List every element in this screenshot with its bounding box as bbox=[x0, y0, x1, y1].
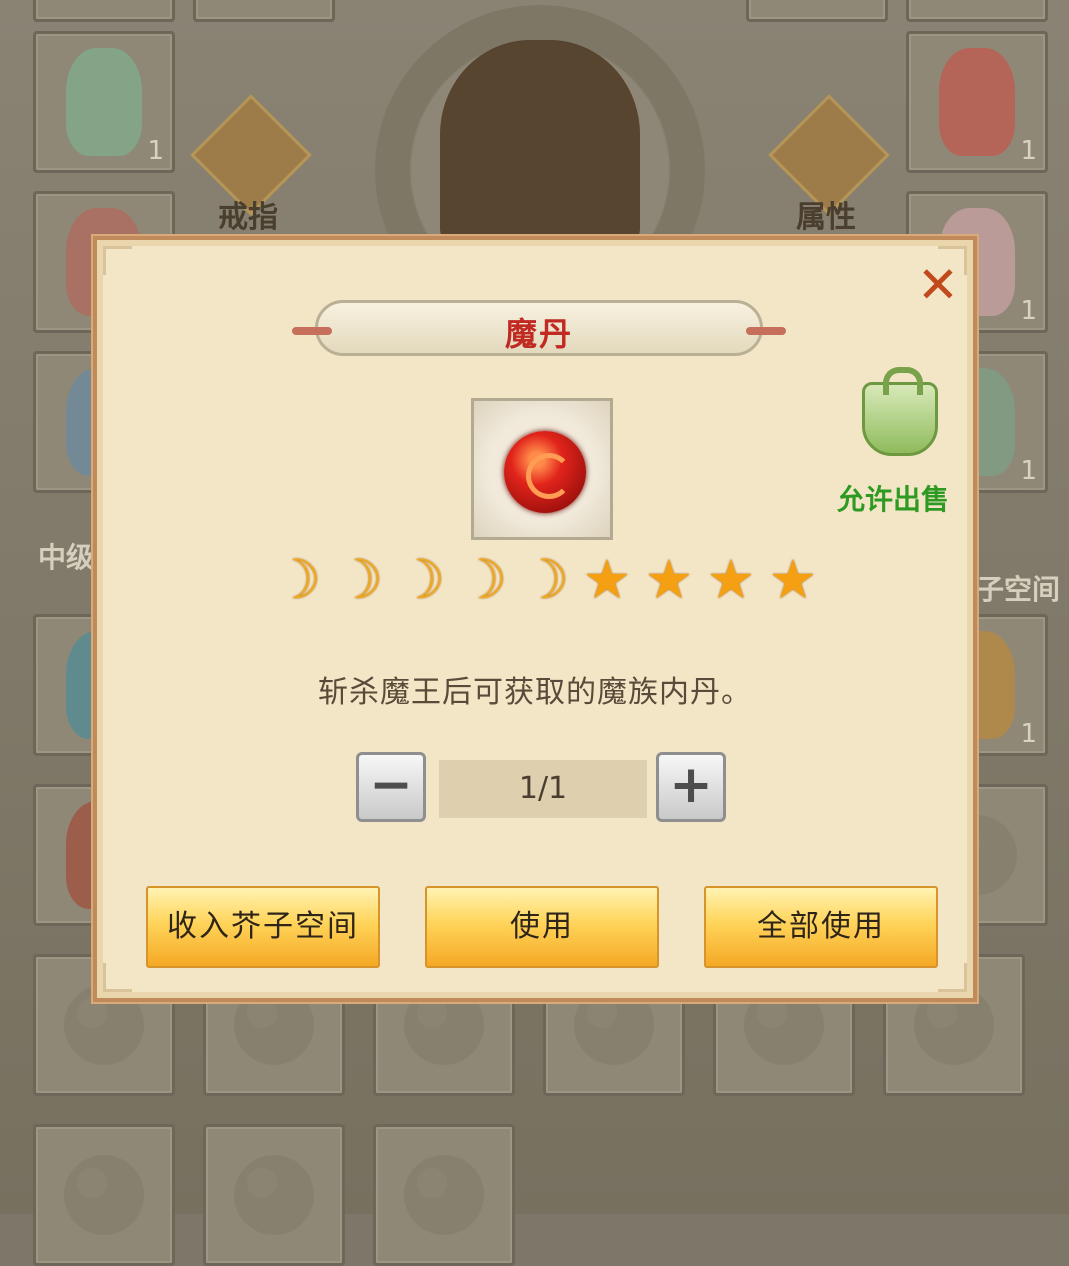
attributes-tab-label: 属性 bbox=[796, 200, 856, 235]
increase-quantity-button[interactable]: + bbox=[656, 752, 726, 822]
decrease-quantity-button[interactable]: − bbox=[356, 752, 426, 822]
equipment-slot-left-1[interactable]: 1 bbox=[33, 31, 175, 173]
quantity-field[interactable]: 1/1 bbox=[439, 760, 647, 818]
costume-icon bbox=[939, 48, 1015, 156]
costume-icon bbox=[66, 48, 142, 156]
item-title: 魔丹 bbox=[504, 315, 573, 353]
inventory-slot[interactable] bbox=[193, 0, 335, 22]
inventory-slot[interactable] bbox=[33, 0, 175, 22]
moon-icon: ☽ bbox=[396, 548, 446, 611]
dialog-corner-ornament bbox=[103, 246, 132, 275]
close-icon[interactable]: ✕ bbox=[915, 260, 961, 310]
inventory-slot[interactable] bbox=[203, 1124, 345, 1266]
yin-yang-icon bbox=[234, 1155, 314, 1235]
slot-count: 1 bbox=[147, 136, 164, 166]
inventory-slot[interactable] bbox=[906, 0, 1048, 22]
ring-tab-label: 戒指 bbox=[218, 200, 278, 235]
red-pill-orb-icon bbox=[504, 431, 586, 513]
use-button[interactable]: 使用 bbox=[425, 886, 659, 968]
character-silhouette bbox=[440, 40, 640, 250]
item-description: 斩杀魔王后可获取的魔族内丹。 bbox=[318, 675, 752, 710]
sale-status-label: 允许出售 bbox=[837, 483, 950, 516]
slot-count: 1 bbox=[1020, 719, 1037, 749]
unlock-icon bbox=[862, 367, 938, 456]
star-icon: ★ bbox=[644, 548, 694, 611]
star-icon: ★ bbox=[768, 548, 818, 611]
grade-tab-label[interactable]: 中级 bbox=[38, 536, 94, 576]
storage-space-label[interactable]: 子空间 bbox=[976, 568, 1060, 608]
item-detail-dialog: ✕ 魔丹 允许出售 ☽ ☽ ☽ ☽ ☽ ★ ★ ★ ★ 斩杀魔王后可获取的魔族内… bbox=[93, 236, 977, 1002]
inventory-slot[interactable] bbox=[33, 1124, 175, 1266]
inventory-slot[interactable] bbox=[746, 0, 888, 22]
moon-icon: ☽ bbox=[334, 548, 384, 611]
quality-rating: ☽ ☽ ☽ ☽ ☽ ★ ★ ★ ★ bbox=[269, 552, 821, 622]
star-icon: ★ bbox=[706, 548, 756, 611]
slot-count: 1 bbox=[1020, 456, 1037, 486]
use-all-button[interactable]: 全部使用 bbox=[704, 886, 938, 968]
star-icon: ★ bbox=[582, 548, 632, 611]
yin-yang-icon bbox=[404, 1155, 484, 1235]
equipment-slot-right-1[interactable]: 1 bbox=[906, 31, 1048, 173]
moon-icon: ☽ bbox=[520, 548, 570, 611]
dialog-corner-ornament bbox=[103, 963, 132, 992]
title-scroll: 魔丹 bbox=[292, 300, 786, 356]
slot-count: 1 bbox=[1020, 296, 1037, 326]
dialog-corner-ornament bbox=[938, 963, 967, 992]
inventory-slot[interactable] bbox=[373, 1124, 515, 1266]
yin-yang-icon bbox=[64, 1155, 144, 1235]
slot-count: 1 bbox=[1020, 136, 1037, 166]
moon-icon: ☽ bbox=[458, 548, 508, 611]
store-to-space-button[interactable]: 收入芥子空间 bbox=[146, 886, 380, 968]
moon-icon: ☽ bbox=[272, 548, 322, 611]
item-icon-frame bbox=[471, 398, 613, 540]
